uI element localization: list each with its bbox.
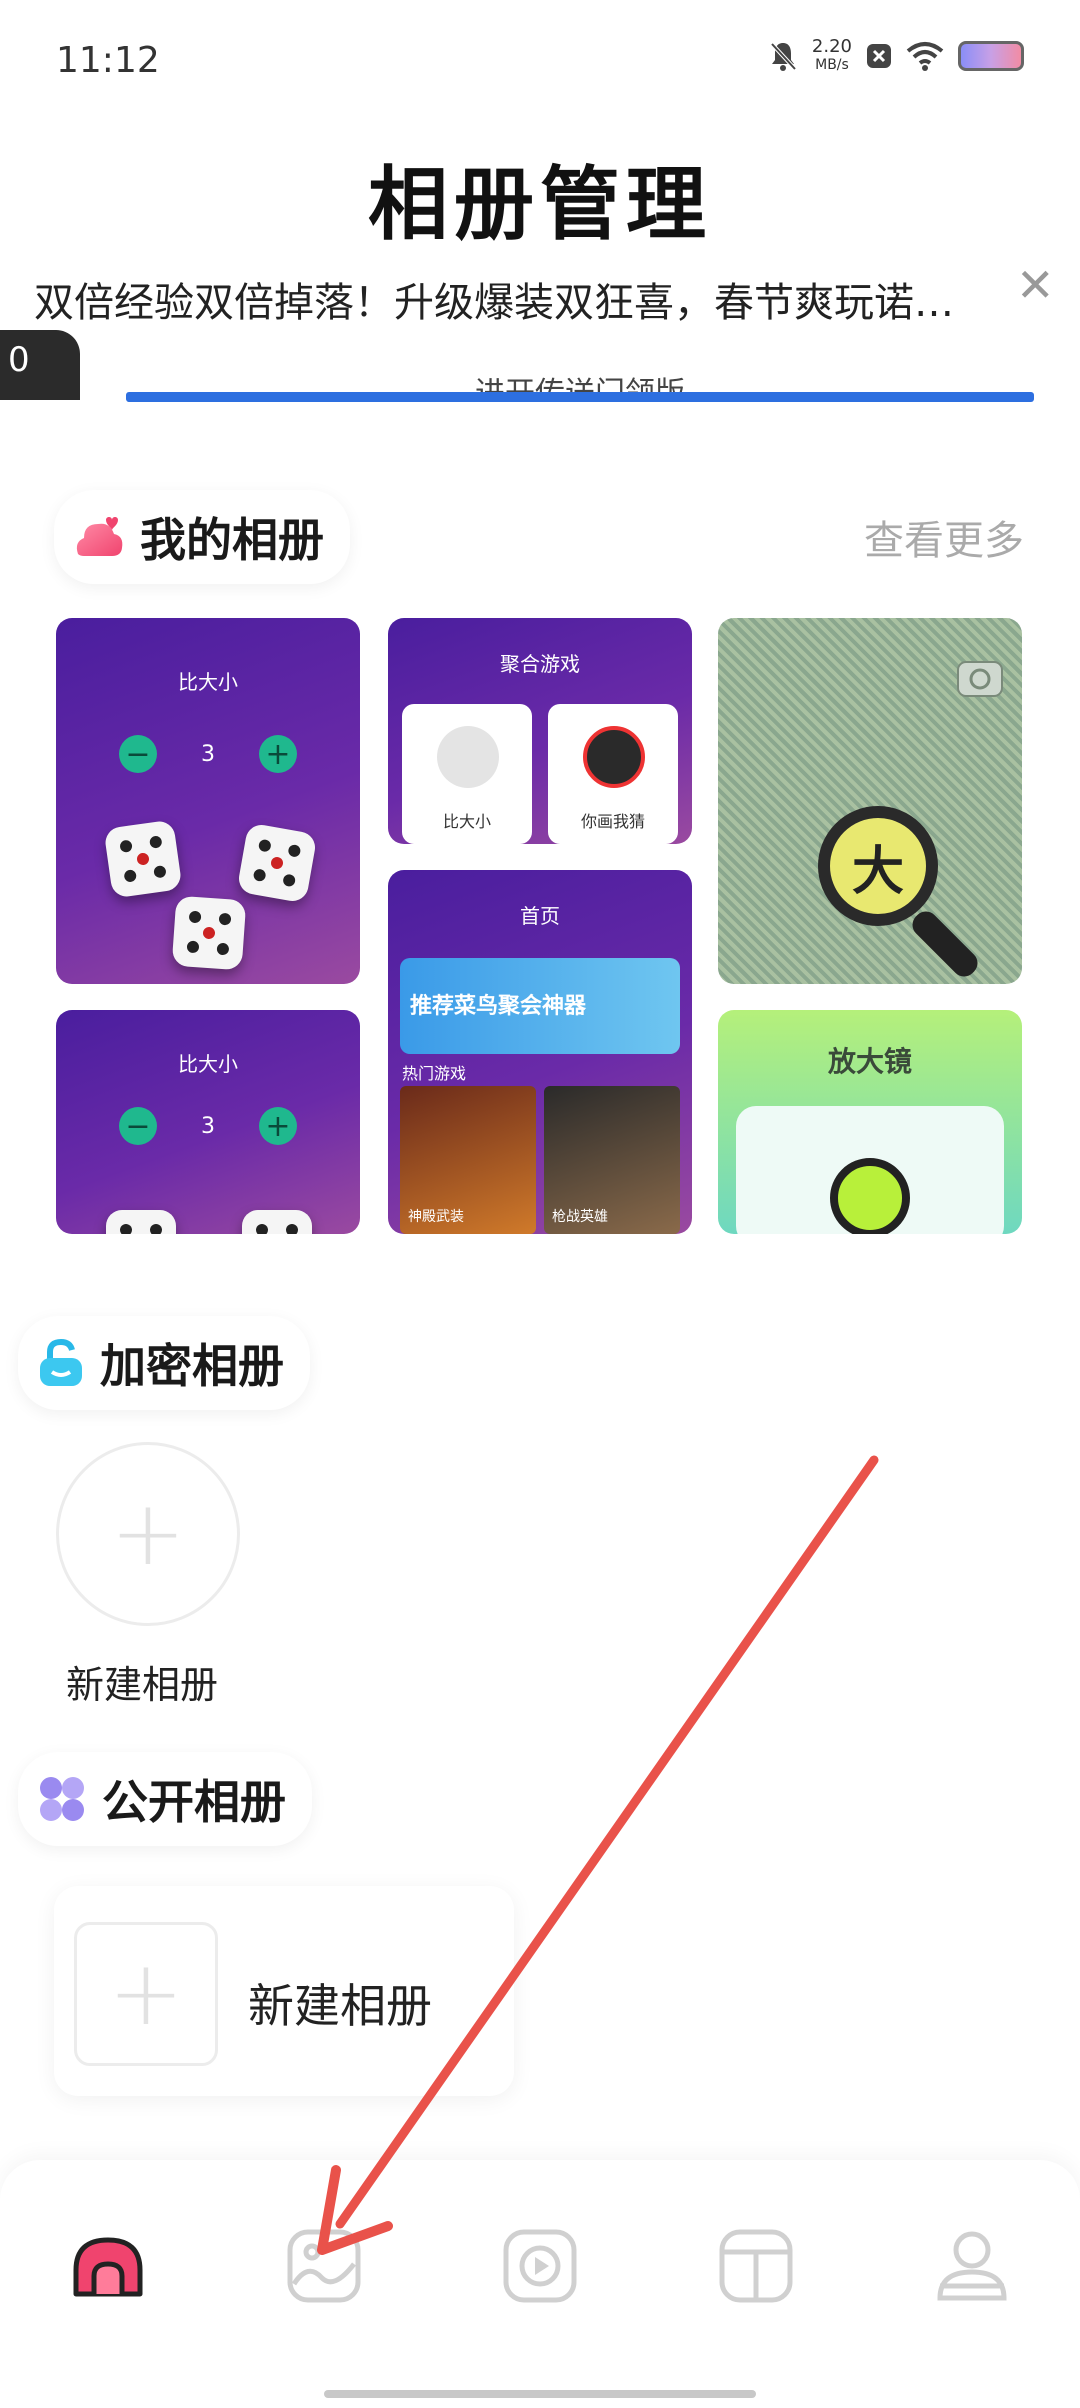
thumb-title: 比大小 [178, 1052, 238, 1076]
thumb-title: 比大小 [178, 670, 238, 694]
game-name: 枪战英雄 [552, 1209, 608, 1225]
net-speed: 2.20 MB/s [811, 36, 852, 74]
ad-thumbnail-label: 0 [8, 340, 30, 380]
status-time: 11:12 [56, 40, 160, 81]
plus-icon: + [259, 1107, 297, 1145]
game-tile: 比大小 [402, 704, 532, 844]
game-name: 神殿武装 [408, 1209, 464, 1225]
game-icon [437, 726, 499, 788]
stepper-value: 3 [201, 741, 215, 767]
stepper: − 3 + [56, 735, 360, 773]
encrypted-albums-title: 加密相册 [100, 1339, 284, 1393]
game-cover: 神殿武装 [400, 1086, 536, 1234]
album-thumb[interactable]: 比大小 − 3 + [56, 1010, 360, 1234]
x-box-icon [867, 44, 891, 68]
lock-icon [40, 1338, 82, 1386]
album-thumb[interactable]: 放大镜 [718, 1010, 1022, 1234]
ad-action-text[interactable]: 进开传送门领版 [126, 372, 1034, 392]
promo-banner-text: 推荐菜鸟聚会神器 [410, 994, 587, 1019]
encrypted-albums-header: 加密相册 [18, 1316, 310, 1410]
home-icon[interactable] [68, 2226, 148, 2306]
view-more-link[interactable]: 查看更多 [864, 508, 1024, 566]
status-icons: 2.20 MB/s [768, 38, 1024, 74]
camera-icon [957, 661, 1003, 697]
page-title: 相册管理 [368, 158, 712, 251]
public-albums-header: 公开相册 [18, 1752, 312, 1846]
album-thumb[interactable]: 比大小 − 3 + [56, 618, 360, 984]
stepper-value: 3 [201, 1113, 215, 1139]
text-tool-icon[interactable] [716, 2226, 796, 2306]
dice-icon [236, 822, 318, 904]
game-name: 你画我猜 [580, 812, 645, 831]
plus-icon: + [110, 1481, 186, 1586]
plus-icon: + [108, 1941, 184, 2046]
new-encrypted-album-label[interactable]: 新建相册 [66, 1654, 218, 1709]
new-encrypted-album-button[interactable]: + [56, 1442, 240, 1626]
plus-icon: + [259, 735, 297, 773]
album-thumb[interactable]: 聚合游戏 比大小 你画我猜 [388, 618, 692, 844]
public-albums-title: 公开相册 [102, 1775, 286, 1829]
section-label: 热门游戏 [402, 1064, 467, 1083]
new-public-album-button[interactable]: + [74, 1922, 218, 2066]
album-thumb[interactable]: 大 [718, 618, 1022, 984]
game-tile: 你画我猜 [548, 704, 678, 844]
ad-action-bar[interactable] [126, 392, 1034, 402]
thumb-title: 聚合游戏 [500, 652, 580, 676]
dice-icon [103, 819, 183, 899]
thumb-title: 放大镜 [827, 1045, 912, 1078]
minus-icon: − [119, 1107, 157, 1145]
game-cover: 枪战英雄 [544, 1086, 680, 1234]
dice-icon [106, 1210, 176, 1234]
home-indicator[interactable] [324, 2390, 756, 2398]
heart-cloud-icon [76, 517, 123, 556]
dice-icon [171, 895, 247, 971]
gallery-icon[interactable] [284, 2226, 364, 2306]
my-albums-header: 我的相册 [54, 490, 350, 584]
ad-banner-text[interactable]: 双倍经验双倍掉落！升级爆装双狂喜，春节爽玩诺… [34, 270, 1034, 328]
minus-icon: − [119, 735, 157, 773]
clover-icon [40, 1777, 84, 1821]
promo-banner: 推荐菜鸟聚会神器 [400, 958, 680, 1054]
thumb-title: 首页 [520, 904, 560, 928]
mute-bell-icon [770, 42, 797, 71]
dice-icon [242, 1210, 312, 1234]
magnifier-lens: 大 [818, 806, 938, 926]
ad-close-icon[interactable]: ✕ [1016, 258, 1055, 312]
wifi-icon [906, 42, 944, 71]
profile-icon[interactable] [932, 2226, 1012, 2306]
new-public-album-label[interactable]: 新建相册 [248, 1970, 432, 2036]
magnifier-icon [830, 1158, 910, 1234]
album-thumb[interactable]: 首页 推荐菜鸟聚会神器 热门游戏 神殿武装 枪战英雄 [388, 870, 692, 1234]
game-icon [583, 726, 645, 788]
video-play-icon[interactable] [500, 2226, 580, 2306]
magnifier-handle [907, 906, 983, 982]
my-albums-title: 我的相册 [140, 513, 324, 567]
battery-icon [958, 41, 1024, 71]
game-name: 比大小 [442, 812, 491, 831]
stepper: − 3 + [56, 1107, 360, 1145]
